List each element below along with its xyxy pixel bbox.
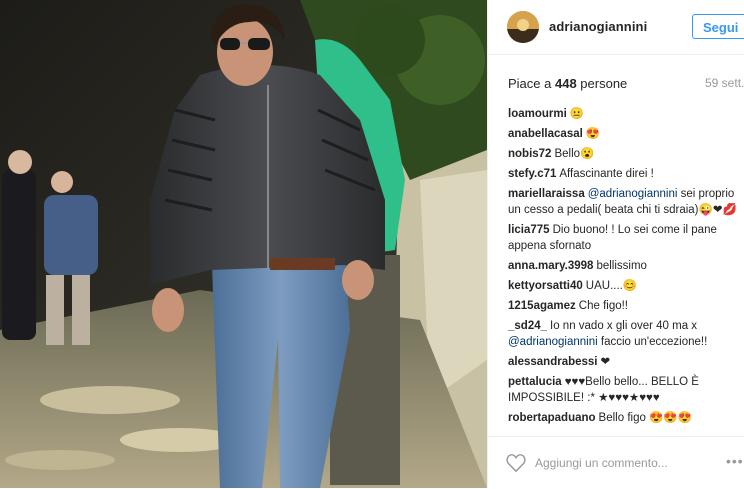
comment: stefy.c71 Affascinante direi !: [508, 166, 738, 182]
avatar[interactable]: [507, 11, 539, 43]
comment: robertapaduano Bello figo 😍😍😍: [508, 410, 738, 426]
comment-text: faccio un'eccezione!!: [597, 336, 708, 348]
more-options-icon[interactable]: •••: [726, 453, 744, 469]
comment: anna.mary.3998 bellissimo: [508, 258, 738, 274]
likes-suffix: persone: [576, 76, 628, 91]
comment-username[interactable]: 1215agamez: [508, 300, 576, 312]
comment: _sd24_ Io nn vado x gli over 40 ma x @adr…: [508, 318, 738, 350]
post-timestamp[interactable]: 59 sett.: [705, 76, 744, 90]
comment-text: Bello😮: [554, 148, 595, 160]
comment: anabellacasal 😍: [508, 126, 738, 142]
comment: 1215agamez Che figo!!: [508, 298, 738, 314]
comment-username[interactable]: _sd24_: [508, 320, 547, 332]
comment-text: bellissimo: [596, 260, 647, 272]
likes-number: 448: [554, 76, 577, 91]
comment-username[interactable]: loamourmi: [508, 108, 567, 120]
post-photo[interactable]: [0, 0, 487, 488]
username-link[interactable]: adrianogiannini: [549, 19, 647, 34]
comment: kettyorsatti40 UAU....😊: [508, 278, 738, 294]
comment-username[interactable]: pettalucia: [508, 376, 562, 388]
follow-button[interactable]: Segui: [692, 14, 744, 39]
comment-text: Che figo!!: [578, 300, 629, 312]
comment-text: ❤: [600, 356, 611, 368]
comment-username[interactable]: kettyorsatti40: [508, 280, 583, 292]
comment-text: Bello figo 😍😍😍: [598, 412, 693, 424]
comment-mention[interactable]: @adrianogiannini: [588, 188, 678, 200]
comment-username[interactable]: mariellaraissa: [508, 188, 585, 200]
comment: pettalucia ♥♥♥Bello bello... BELLO È IMPO…: [508, 374, 738, 406]
post-details-panel: adrianogiannini Segui Piace a 448 person…: [487, 0, 744, 488]
comment-username[interactable]: nobis72: [508, 148, 551, 160]
comment-username[interactable]: anna.mary.3998: [508, 260, 593, 272]
avatar-image: [507, 11, 539, 43]
comment-username[interactable]: stefy.c71: [508, 168, 556, 180]
comment: alessandrabessi ❤: [508, 354, 738, 370]
add-comment-input[interactable]: Aggiungi un commento...: [535, 456, 668, 470]
post-header: adrianogiannini Segui: [488, 0, 744, 55]
post-image: [0, 0, 487, 488]
post-footer: Aggiungi un commento... •••: [488, 436, 744, 489]
comment-username[interactable]: licia775: [508, 224, 550, 236]
comment-username[interactable]: alessandrabessi: [508, 356, 598, 368]
comments-list: loamourmi 😐 anabellacasal 😍 nobis72 Bello😮 …: [508, 106, 738, 432]
comment-text: 😍: [585, 128, 601, 140]
comment-mention[interactable]: @adrianogiannini: [508, 336, 598, 348]
heart-icon[interactable]: [506, 454, 526, 473]
comment: mariellaraissa @adrianogiannini sei propr…: [508, 186, 738, 218]
likes-count[interactable]: Piace a 448 persone: [508, 76, 627, 91]
likes-prefix: Piace a: [508, 76, 555, 91]
comment-text: UAU....😊: [585, 280, 638, 292]
comment-text: 😐: [569, 108, 585, 120]
comment-username[interactable]: anabellacasal: [508, 128, 583, 140]
comment-text: Io nn vado x gli over 40 ma x: [550, 320, 698, 332]
comment: nobis72 Bello😮: [508, 146, 738, 162]
comment: loamourmi 😐: [508, 106, 738, 122]
comment: licia775 Dio buono! ! Lo sei come il pane…: [508, 222, 738, 254]
comment-text: Affascinante direi !: [559, 168, 654, 180]
comment-username[interactable]: robertapaduano: [508, 412, 596, 424]
